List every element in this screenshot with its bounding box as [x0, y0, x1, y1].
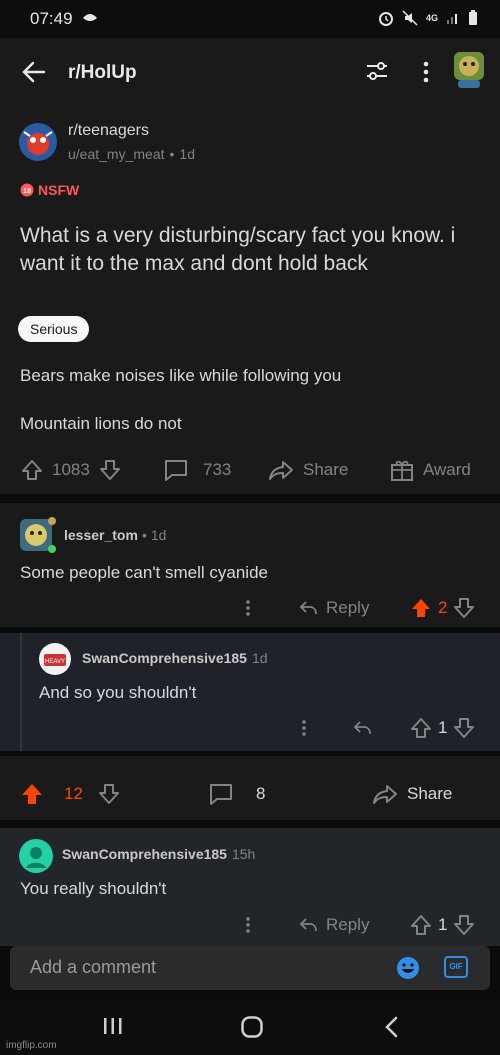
reply-button[interactable]: Reply: [298, 915, 369, 935]
svg-text:HEAVY: HEAVY: [45, 659, 65, 665]
downvote-icon[interactable]: [97, 782, 121, 806]
commenter-avatar[interactable]: HEAVY: [38, 642, 72, 676]
comment-age: 15h: [231, 846, 256, 862]
more-options-icon[interactable]: [416, 60, 436, 84]
back-icon[interactable]: [382, 1016, 402, 1038]
reply-icon[interactable]: [352, 718, 372, 738]
comment-more-icon[interactable]: [240, 915, 256, 935]
post-age: 1d: [179, 146, 195, 162]
post-title[interactable]: What is a very disturbing/scary fact you…: [20, 222, 480, 278]
battery-icon: [468, 10, 478, 26]
mute-icon: [402, 10, 418, 26]
award-icon: [390, 458, 414, 482]
comment-header: SwanComprehensive185 1d: [82, 650, 268, 666]
post-comments-button[interactable]: 733: [163, 458, 231, 482]
upvote-active-icon[interactable]: [410, 597, 432, 619]
share-label: Share: [407, 784, 453, 803]
status-icons: 4G: [378, 10, 478, 26]
nsfw-label: NSFW: [38, 182, 80, 198]
user-avatar[interactable]: [450, 46, 490, 90]
post-vote-count: 1083: [52, 460, 90, 479]
comment-more-icon[interactable]: [240, 598, 256, 618]
post-vote-group: 1083: [20, 458, 122, 482]
downvote-icon[interactable]: [453, 597, 475, 619]
comment-vote-count: 1: [438, 718, 448, 737]
svg-text:18: 18: [23, 188, 31, 195]
filter-icon[interactable]: [364, 58, 390, 84]
upvote-icon[interactable]: [410, 914, 432, 936]
downvote-icon[interactable]: [453, 717, 475, 739]
share-icon: [372, 782, 398, 806]
downvote-icon[interactable]: [453, 914, 475, 936]
signal-icon: [446, 11, 460, 25]
comment-vote-count: 2: [438, 598, 448, 617]
nsfw-badge: 18 NSFW: [20, 182, 79, 198]
post-vote-count: 12: [64, 784, 83, 803]
share-icon: [268, 458, 294, 482]
reply-icon: [298, 598, 318, 618]
commenter-avatar[interactable]: [18, 515, 58, 555]
post-share-button[interactable]: Share: [372, 782, 452, 806]
network-label: 4G: [426, 13, 439, 23]
comment-age: 1d: [251, 650, 268, 666]
award-label: Award: [423, 460, 471, 479]
commenter-avatar[interactable]: [18, 838, 54, 874]
comment-text: Some people can't smell cyanide: [20, 563, 268, 582]
post-comment-count: 733: [203, 460, 232, 479]
watermark: imgflip.com: [6, 1040, 57, 1051]
upvote-active-icon[interactable]: [20, 782, 44, 806]
emoji-icon[interactable]: [396, 956, 420, 980]
home-icon[interactable]: [240, 1015, 264, 1039]
post-award-button[interactable]: Award: [390, 458, 471, 482]
alarm-icon: [378, 10, 394, 26]
post-meta: u/eat_my_meat • 1d: [68, 146, 195, 162]
subreddit-title: r/HolUp: [68, 62, 137, 83]
comment-text: And so you shouldn't: [39, 683, 197, 702]
comment-username[interactable]: SwanComprehensive185: [62, 846, 227, 862]
recent-apps-icon[interactable]: [102, 1016, 124, 1036]
post-author[interactable]: u/eat_my_meat: [68, 146, 165, 162]
thread-line: [20, 633, 22, 751]
comment-vote-group: 2: [410, 597, 475, 619]
comment-icon: [163, 458, 189, 482]
subreddit-avatar[interactable]: [18, 122, 58, 162]
comment-text: You really shouldn't: [20, 879, 167, 898]
upvote-icon[interactable]: [20, 458, 44, 482]
comment-vote-group: 1: [410, 914, 475, 936]
add-comment-input[interactable]: Add a comment: [30, 957, 156, 978]
upvote-icon[interactable]: [410, 717, 432, 739]
comment-username[interactable]: SwanComprehensive185: [82, 650, 247, 666]
comment-vote-count: 1: [438, 915, 448, 934]
comment-vote-group: 1: [410, 717, 475, 739]
reply-label: Reply: [326, 598, 370, 617]
comment-header: SwanComprehensive185 15h: [62, 846, 255, 862]
reply-icon: [298, 915, 318, 935]
gif-button[interactable]: GIF: [444, 956, 468, 978]
downvote-icon[interactable]: [98, 458, 122, 482]
post-subreddit[interactable]: r/teenagers: [68, 122, 149, 140]
nsfw-icon: 18: [20, 183, 34, 197]
post-flair[interactable]: Serious: [18, 316, 90, 342]
comment-age: 1d: [150, 527, 167, 543]
comment-icon: [208, 782, 234, 806]
post-vote-group: 12: [20, 782, 121, 806]
post-comments-button[interactable]: 8: [208, 782, 265, 806]
notification-icon: [82, 10, 98, 24]
post-card[interactable]: [0, 104, 500, 494]
status-time: 07:49: [30, 9, 73, 28]
post-comment-count: 8: [256, 784, 266, 803]
post-body-line: Bears make noises like while following y…: [20, 366, 342, 385]
post-share-button[interactable]: Share: [268, 458, 348, 482]
reply-label: Reply: [326, 915, 370, 934]
back-arrow-icon[interactable]: [20, 58, 48, 86]
reply-button[interactable]: Reply: [298, 598, 369, 618]
comment-header: lesser_tom • 1d: [64, 527, 167, 543]
comment-more-icon[interactable]: [296, 718, 312, 738]
post-body-line: Mountain lions do not: [20, 414, 182, 433]
share-label: Share: [303, 460, 349, 479]
comment-username[interactable]: lesser_tom: [64, 527, 138, 543]
